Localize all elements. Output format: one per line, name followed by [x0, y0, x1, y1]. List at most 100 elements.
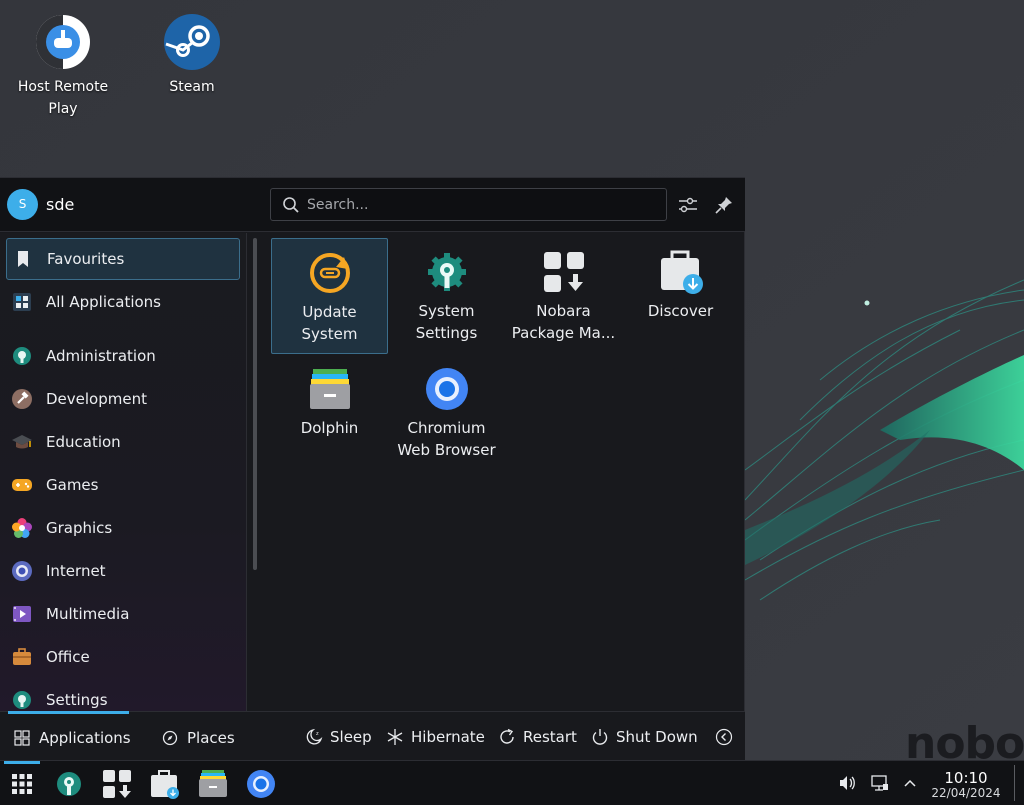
clock-time[interactable]: 10:10	[928, 769, 1004, 787]
category-label: Office	[46, 648, 90, 666]
app-label-line1: Chromium	[407, 419, 486, 437]
restart-icon	[500, 728, 514, 744]
hibernate-button[interactable]: Hibernate	[386, 724, 485, 750]
category-label: Graphics	[46, 519, 113, 537]
chevron-left-icon[interactable]	[715, 728, 733, 746]
power-label: Hibernate	[411, 728, 485, 746]
active-tab-indicator	[8, 711, 129, 714]
app-label-line2: Settings	[415, 324, 478, 342]
update-icon	[309, 253, 350, 293]
app-nobara-package-manager[interactable]: Nobara Package Ma...	[505, 238, 622, 354]
category-development[interactable]: Development	[6, 378, 240, 420]
shut-down-button[interactable]: Shut Down	[591, 724, 698, 750]
snowflake-icon	[387, 729, 403, 745]
power-label: Shut Down	[616, 728, 698, 746]
category-label: Internet	[46, 562, 106, 580]
system-settings-icon[interactable]	[53, 768, 85, 800]
chevron-up-icon[interactable]	[900, 773, 920, 793]
network-icon[interactable]	[870, 773, 890, 793]
briefcase-icon	[13, 648, 31, 665]
gear-wrench-icon	[13, 691, 31, 709]
app-dolphin[interactable]: Dolphin	[271, 355, 388, 471]
restart-button[interactable]: Restart	[498, 724, 577, 750]
category-label: Development	[46, 390, 147, 408]
discover-icon[interactable]	[149, 768, 181, 800]
application-launcher: S sde Favourites	[0, 177, 745, 761]
category-settings[interactable]: Settings	[6, 679, 240, 711]
category-multimedia[interactable]: Multimedia	[6, 593, 240, 635]
pin-icon[interactable]	[713, 194, 735, 216]
tab-label: Places	[187, 729, 235, 747]
power-label: Restart	[523, 728, 577, 746]
category-graphics[interactable]: Graphics	[6, 507, 240, 549]
category-label: Favourites	[47, 250, 125, 268]
app-label-line1: System	[418, 302, 475, 320]
desktop-icon-label: Host Remote Play	[17, 79, 109, 117]
compass-icon	[162, 730, 178, 746]
category-label: Multimedia	[46, 605, 130, 623]
category-label: All Applications	[46, 293, 161, 311]
app-label-line2: Package Ma...	[511, 324, 616, 342]
app-label-line1: Update	[302, 303, 357, 321]
apps-grid-icon	[14, 730, 30, 746]
app-update-system[interactable]: Update System	[271, 238, 388, 354]
gear-wrench-icon	[13, 347, 31, 365]
bookmark-icon	[18, 251, 28, 267]
sliders-icon[interactable]	[677, 194, 699, 216]
category-sidebar: Favourites All Applications Administrati…	[0, 233, 247, 711]
category-office[interactable]: Office	[6, 636, 240, 678]
settings-icon	[427, 253, 466, 291]
tab-label: Applications	[39, 729, 131, 747]
sleep-icon: z	[306, 728, 323, 745]
package-manager-icon[interactable]	[101, 768, 133, 800]
search-input[interactable]	[307, 194, 657, 216]
desktop-icon-steam[interactable]: Steam	[142, 2, 242, 98]
hammer-icon	[12, 389, 32, 409]
gamepad-icon	[12, 479, 32, 491]
chromium-icon	[425, 368, 468, 410]
chromium-icon[interactable]	[245, 768, 277, 800]
sidebar-scrollbar[interactable]	[253, 238, 257, 570]
category-favourites[interactable]: Favourites	[6, 238, 240, 280]
username: sde	[46, 195, 75, 214]
dolphin-icon	[309, 369, 350, 409]
steam-icon	[164, 14, 220, 70]
search-box[interactable]	[270, 188, 667, 221]
flower-icon	[12, 518, 32, 538]
power-label: Sleep	[330, 728, 372, 746]
graduation-cap-icon	[12, 435, 32, 449]
desktop-icon-label: Steam	[169, 79, 215, 95]
taskbar: 10:10 22/04/2024	[0, 760, 1024, 805]
app-discover[interactable]: Discover	[622, 238, 739, 354]
tab-places[interactable]: Places	[162, 724, 235, 752]
category-label: Administration	[46, 347, 156, 365]
avatar[interactable]: S	[7, 189, 38, 220]
svg-text:z: z	[316, 731, 319, 737]
film-icon	[13, 606, 31, 622]
package-manager-icon	[543, 252, 584, 292]
category-internet[interactable]: Internet	[6, 550, 240, 592]
category-label: Settings	[46, 691, 108, 709]
show-desktop-edge[interactable]	[1014, 765, 1015, 801]
desktop-icon-host-remote-play[interactable]: Host Remote Play	[13, 2, 113, 120]
power-icon	[592, 729, 608, 745]
dolphin-icon[interactable]	[197, 768, 229, 800]
app-chromium[interactable]: Chromium Web Browser	[388, 355, 505, 471]
app-label-line2: System	[301, 325, 358, 343]
category-games[interactable]: Games	[6, 464, 240, 506]
launcher-header: S sde	[0, 178, 745, 232]
volume-icon[interactable]	[837, 773, 857, 793]
launcher-icon[interactable]	[6, 768, 38, 800]
clock-date[interactable]: 22/04/2024	[928, 786, 1004, 800]
category-education[interactable]: Education	[6, 421, 240, 463]
sleep-button[interactable]: z Sleep	[305, 724, 372, 750]
category-administration[interactable]: Administration	[6, 335, 240, 377]
app-label-line1: Dolphin	[300, 419, 359, 437]
favourites-grid: Update System System Settings Nobara Pac…	[264, 233, 744, 711]
discover-icon	[660, 250, 703, 294]
tab-applications[interactable]: Applications	[14, 724, 131, 752]
launcher-footer: Applications Places z Sleep Hibernate Re…	[0, 711, 745, 761]
app-system-settings[interactable]: System Settings	[388, 238, 505, 354]
app-label-line1: Nobara	[536, 302, 591, 320]
category-all-applications[interactable]: All Applications	[6, 281, 240, 323]
